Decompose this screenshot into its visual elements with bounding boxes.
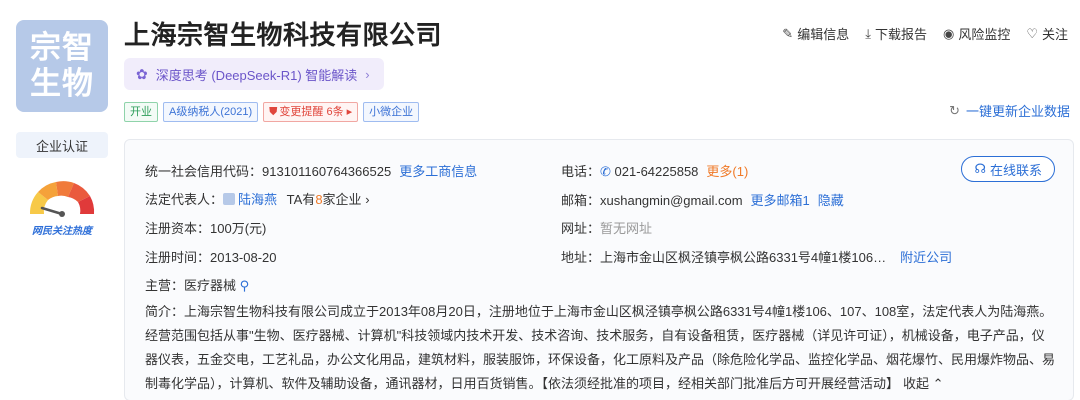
email-value: xushangmin@gmail.com <box>600 193 743 208</box>
logo-text-line2: 生物 <box>30 66 94 102</box>
logo-text-line1: 宗智 <box>30 30 94 66</box>
risk-monitor-button[interactable]: ◉ 风险监控 <box>943 24 1010 43</box>
company-logo: 宗智 生物 <box>16 20 108 112</box>
tag-small-enterprise[interactable]: 小微企业 <box>363 102 420 122</box>
reg-time-label: 注册时间： <box>145 250 211 265</box>
credit-code-value: 913101160764366525 <box>262 164 392 179</box>
phone-row: 电话：✆ 021-64225858 更多(1) <box>561 161 748 180</box>
follow-label: 关注 <box>1041 27 1068 42</box>
tag-taxpayer[interactable]: A级纳税人(2021) <box>163 102 259 122</box>
search-icon[interactable]: ⚲ <box>240 278 250 293</box>
headset-icon: ☊ <box>974 161 986 176</box>
address-label: 地址： <box>561 250 601 265</box>
chevron-right-icon: › <box>365 192 370 207</box>
download-icon: ⤓ <box>865 25 871 41</box>
enterprise-cert-button[interactable]: 企业认证 <box>16 132 108 158</box>
edit-info-button[interactable]: ✎ 编辑信息 <box>782 24 849 43</box>
eye-icon: ◉ <box>942 25 955 41</box>
website-row: 网址：暂无网址 <box>561 218 652 237</box>
sparkle-icon: ✿ <box>136 65 148 82</box>
phone-more-link[interactable]: 更多(1) <box>706 164 748 179</box>
capital-value: 100万(元) <box>210 221 267 236</box>
heat-label: 网民关注热度 <box>32 226 92 237</box>
main-business-row: 主营：医疗器械 ⚲ <box>145 275 249 294</box>
credit-code-row: 统一社会信用代码：913101160764366525 更多工商信息 <box>145 161 477 180</box>
ai-interpret-label: 深度思考 (DeepSeek-R1) 智能解读 <box>155 67 358 83</box>
online-contact-button[interactable]: ☊ 在线联系 <box>961 156 1055 182</box>
company-name: 上海宗智生物科技有限公司 <box>124 21 443 51</box>
follow-button[interactable]: ♡ 关注 <box>1026 24 1068 43</box>
capital-label: 注册资本： <box>145 221 211 236</box>
phone-label: 电话： <box>561 164 601 179</box>
legal-rep-row: 法定代表人： 陆海燕 TA有8家企业 › <box>145 189 370 208</box>
person-icon <box>223 193 236 205</box>
refresh-label: 一键更新企业数据 <box>965 104 1070 119</box>
email-more-link[interactable]: 更多邮箱1 <box>751 193 810 208</box>
legal-rep-label: 法定代表人： <box>145 192 224 207</box>
address-row: 地址：上海市金山区枫泾镇亭枫公路6331号4幢1楼106… 附近公司 <box>561 247 952 266</box>
nearby-companies-link[interactable]: 附近公司 <box>900 250 952 265</box>
edit-info-label: 编辑信息 <box>797 27 850 42</box>
gauge-icon <box>29 181 95 217</box>
alert-shield-icon: ⛊ <box>269 105 278 118</box>
address-value: 上海市金山区枫泾镇亭枫公路6331号4幢1楼106… <box>600 250 887 265</box>
tag-open: 开业 <box>124 102 158 122</box>
download-report-label: 下载报告 <box>874 27 927 42</box>
website-label: 网址： <box>561 221 601 236</box>
header-actions: ✎ 编辑信息 ⤓ 下载报告 ◉ 风险监控 ♡ 关注 <box>782 24 1068 43</box>
tag-change-alert[interactable]: ⛊ 变更提醒 6条 ▸ <box>263 102 359 122</box>
email-label: 邮箱： <box>561 193 601 208</box>
main-business-value: 医疗器械 <box>184 278 237 293</box>
pencil-icon: ✎ <box>782 25 794 41</box>
website-value: 暂无网址 <box>600 221 653 236</box>
collapse-button[interactable]: 收起 ⌃ <box>903 376 944 391</box>
risk-monitor-label: 风险监控 <box>958 27 1011 42</box>
company-info-panel: 统一社会信用代码：913101160764366525 更多工商信息 法定代表人：… <box>124 139 1074 400</box>
reg-time-row: 注册时间：2013-08-20 <box>145 247 277 266</box>
phone-icon: ✆ <box>600 164 611 179</box>
download-report-button[interactable]: ⤓ 下载报告 <box>865 24 927 43</box>
attention-heat-gauge: 网民关注热度 <box>18 174 106 237</box>
email-hide-link[interactable]: 隐藏 <box>818 193 844 208</box>
reg-time-value: 2013-08-20 <box>210 250 277 265</box>
legal-rep-extra-post: 家企业 <box>322 192 362 207</box>
legal-rep-link[interactable]: 陆海燕 <box>238 192 277 207</box>
legal-rep-count: 8 <box>315 192 323 207</box>
company-intro: 简介：上海宗智生物科技有限公司成立于2013年08月20日，注册地位于上海市金山… <box>145 300 1057 396</box>
refresh-icon: ↻ <box>949 102 960 118</box>
legal-rep-extra-pre: TA有 <box>286 192 316 207</box>
refresh-data-button[interactable]: ↻ 一键更新企业数据 <box>949 101 1070 120</box>
capital-row: 注册资本：100万(元) <box>145 218 266 237</box>
legal-rep-companies[interactable]: TA有8家企业 › <box>287 192 370 207</box>
chevron-right-icon: › <box>365 66 370 82</box>
online-contact-label: 在线联系 <box>989 162 1042 178</box>
ai-interpret-button[interactable]: ✿ 深度思考 (DeepSeek-R1) 智能解读 › <box>124 58 384 90</box>
credit-code-label: 统一社会信用代码： <box>145 164 263 179</box>
heart-icon: ♡ <box>1026 25 1038 41</box>
change-alert-label: 变更提醒 6条 ▸ <box>279 105 353 118</box>
phone-value: 021-64225858 <box>614 164 699 179</box>
main-business-label: 主营： <box>145 278 185 293</box>
status-tags: 开业 A级纳税人(2021) ⛊ 变更提醒 6条 ▸ 小微企业 <box>124 102 420 122</box>
email-row: 邮箱：xushangmin@gmail.com 更多邮箱1 隐藏 <box>561 190 844 209</box>
more-business-link[interactable]: 更多工商信息 <box>399 164 477 179</box>
